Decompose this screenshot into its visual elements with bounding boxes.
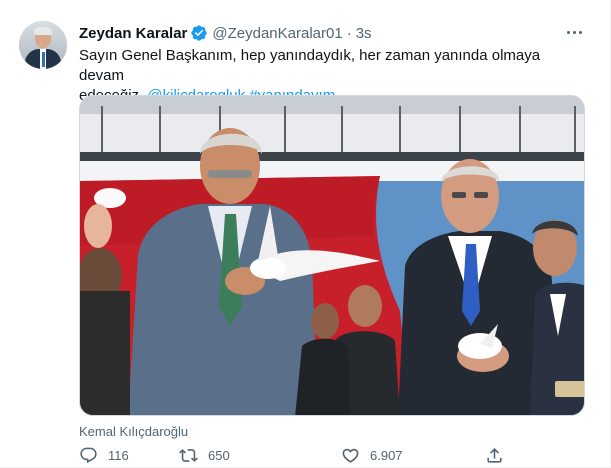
avatar[interactable]: [19, 21, 67, 69]
left-man-mustache: [208, 170, 252, 178]
photo-illustration: [80, 96, 584, 415]
author-handle[interactable]: @ZeydanKaralar01: [212, 25, 342, 42]
like-button[interactable]: 6.907: [341, 446, 403, 465]
verified-badge-icon: [191, 25, 208, 41]
stage-lights-bar: [80, 152, 584, 161]
stage-truss: [80, 96, 584, 114]
retweet-icon: [179, 449, 198, 462]
far-right-man-paper: [555, 381, 584, 397]
avatar-tie: [41, 52, 45, 67]
tweet-card[interactable]: Zeydan Karalar @ZeydanKaralar01 · 3s Say…: [0, 0, 611, 468]
like-icon: [342, 448, 359, 463]
right-dove-body: [458, 333, 502, 359]
retweet-button[interactable]: 650: [179, 446, 230, 465]
tweet-actions: 116 650 6.907: [79, 446, 509, 468]
more-dot: [578, 30, 582, 34]
reply-icon: [80, 447, 97, 464]
raised-hand: [84, 204, 112, 248]
more-dot: [566, 30, 570, 34]
tweet-header: Zeydan Karalar @ZeydanKaralar01 · 3s: [79, 23, 372, 43]
tweet-time[interactable]: 3s: [356, 25, 372, 42]
right-man-glasses-right: [474, 192, 488, 198]
reply-count: 116: [108, 448, 129, 463]
like-count: 6.907: [370, 448, 403, 463]
reply-button[interactable]: 116: [79, 446, 129, 465]
more-dots-icon[interactable]: [562, 22, 586, 42]
left-dove-body: [250, 257, 286, 279]
retweet-count: 650: [208, 448, 230, 463]
author-name[interactable]: Zeydan Karalar: [79, 25, 187, 42]
tagged-person-name: Kemal Kılıçdaroğlu: [79, 424, 189, 439]
more-dot: [572, 30, 576, 34]
tweet-photo[interactable]: [79, 95, 585, 416]
tweet-text-line1: Sayın Genel Başkanım, hep yanındaydık, h…: [79, 47, 541, 84]
crowd-person-1-body: [80, 291, 130, 415]
right-man-glasses-left: [452, 192, 466, 198]
avatar-hair: [34, 27, 52, 35]
share-icon: [487, 448, 502, 463]
crowd-person-2-body: [295, 338, 350, 415]
tagged-person[interactable]: Kemal Kılıçdaroğlu: [79, 424, 188, 439]
separator-dot: ·: [346, 24, 352, 42]
crowd-person-2: [311, 303, 339, 339]
share-button[interactable]: [485, 446, 504, 465]
middle-man-head: [348, 285, 382, 327]
